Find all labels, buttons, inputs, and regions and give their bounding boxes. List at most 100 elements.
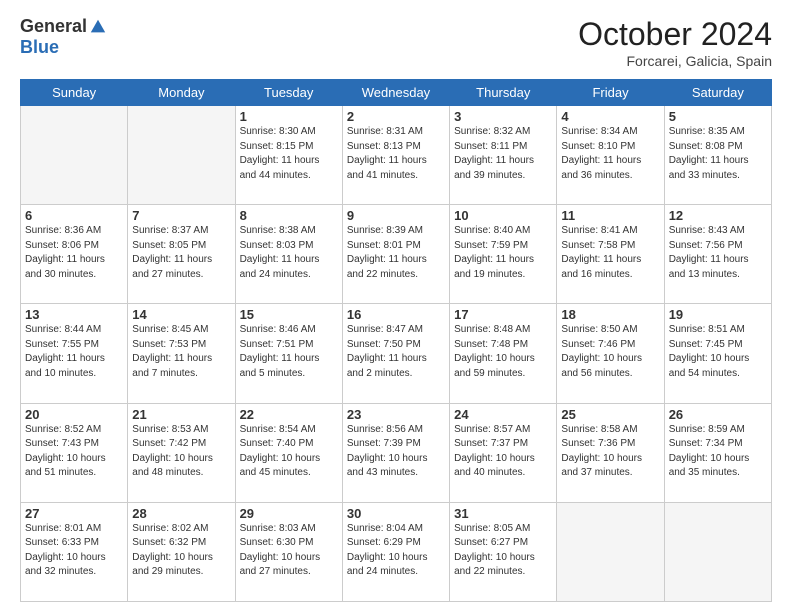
calendar-day-cell: 21Sunrise: 8:53 AM Sunset: 7:42 PM Dayli… <box>128 403 235 502</box>
calendar-day-cell: 31Sunrise: 8:05 AM Sunset: 6:27 PM Dayli… <box>450 502 557 601</box>
calendar-day-cell: 14Sunrise: 8:45 AM Sunset: 7:53 PM Dayli… <box>128 304 235 403</box>
calendar-day-cell: 10Sunrise: 8:40 AM Sunset: 7:59 PM Dayli… <box>450 205 557 304</box>
day-info: Sunrise: 8:46 AM Sunset: 7:51 PM Dayligh… <box>240 323 338 381</box>
calendar-week-row: 13Sunrise: 8:44 AM Sunset: 7:55 PM Dayli… <box>21 304 772 403</box>
day-info: Sunrise: 8:54 AM Sunset: 7:40 PM Dayligh… <box>240 423 338 481</box>
day-info: Sunrise: 8:01 AM Sunset: 6:33 PM Dayligh… <box>25 522 123 580</box>
calendar-day-cell <box>21 106 128 205</box>
day-number: 11 <box>561 208 659 223</box>
day-info: Sunrise: 8:37 AM Sunset: 8:05 PM Dayligh… <box>132 224 230 282</box>
calendar-day-cell: 26Sunrise: 8:59 AM Sunset: 7:34 PM Dayli… <box>664 403 771 502</box>
day-number: 12 <box>669 208 767 223</box>
weekday-header-cell: Tuesday <box>235 80 342 106</box>
calendar-day-cell: 4Sunrise: 8:34 AM Sunset: 8:10 PM Daylig… <box>557 106 664 205</box>
day-info: Sunrise: 8:59 AM Sunset: 7:34 PM Dayligh… <box>669 423 767 481</box>
calendar-day-cell: 24Sunrise: 8:57 AM Sunset: 7:37 PM Dayli… <box>450 403 557 502</box>
day-number: 28 <box>132 506 230 521</box>
day-number: 27 <box>25 506 123 521</box>
calendar-week-row: 6Sunrise: 8:36 AM Sunset: 8:06 PM Daylig… <box>21 205 772 304</box>
calendar-table: SundayMondayTuesdayWednesdayThursdayFrid… <box>20 79 772 602</box>
day-info: Sunrise: 8:40 AM Sunset: 7:59 PM Dayligh… <box>454 224 552 282</box>
day-number: 8 <box>240 208 338 223</box>
day-number: 20 <box>25 407 123 422</box>
day-info: Sunrise: 8:50 AM Sunset: 7:46 PM Dayligh… <box>561 323 659 381</box>
calendar-day-cell: 30Sunrise: 8:04 AM Sunset: 6:29 PM Dayli… <box>342 502 449 601</box>
calendar-day-cell: 12Sunrise: 8:43 AM Sunset: 7:56 PM Dayli… <box>664 205 771 304</box>
calendar-week-row: 1Sunrise: 8:30 AM Sunset: 8:15 PM Daylig… <box>21 106 772 205</box>
page: General Blue October 2024 Forcarei, Gali… <box>0 0 792 612</box>
day-info: Sunrise: 8:52 AM Sunset: 7:43 PM Dayligh… <box>25 423 123 481</box>
day-info: Sunrise: 8:45 AM Sunset: 7:53 PM Dayligh… <box>132 323 230 381</box>
calendar-day-cell: 27Sunrise: 8:01 AM Sunset: 6:33 PM Dayli… <box>21 502 128 601</box>
day-number: 23 <box>347 407 445 422</box>
day-info: Sunrise: 8:32 AM Sunset: 8:11 PM Dayligh… <box>454 125 552 183</box>
day-number: 15 <box>240 307 338 322</box>
day-info: Sunrise: 8:43 AM Sunset: 7:56 PM Dayligh… <box>669 224 767 282</box>
day-info: Sunrise: 8:04 AM Sunset: 6:29 PM Dayligh… <box>347 522 445 580</box>
month-title: October 2024 <box>578 16 772 53</box>
day-info: Sunrise: 8:47 AM Sunset: 7:50 PM Dayligh… <box>347 323 445 381</box>
day-info: Sunrise: 8:56 AM Sunset: 7:39 PM Dayligh… <box>347 423 445 481</box>
day-info: Sunrise: 8:48 AM Sunset: 7:48 PM Dayligh… <box>454 323 552 381</box>
logo-blue-text: Blue <box>20 37 59 58</box>
calendar-day-cell: 19Sunrise: 8:51 AM Sunset: 7:45 PM Dayli… <box>664 304 771 403</box>
day-number: 16 <box>347 307 445 322</box>
day-number: 9 <box>347 208 445 223</box>
calendar-day-cell: 29Sunrise: 8:03 AM Sunset: 6:30 PM Dayli… <box>235 502 342 601</box>
calendar-day-cell: 11Sunrise: 8:41 AM Sunset: 7:58 PM Dayli… <box>557 205 664 304</box>
day-info: Sunrise: 8:53 AM Sunset: 7:42 PM Dayligh… <box>132 423 230 481</box>
day-number: 18 <box>561 307 659 322</box>
location: Forcarei, Galicia, Spain <box>578 53 772 69</box>
day-number: 1 <box>240 109 338 124</box>
day-info: Sunrise: 8:38 AM Sunset: 8:03 PM Dayligh… <box>240 224 338 282</box>
day-number: 26 <box>669 407 767 422</box>
calendar-day-cell <box>557 502 664 601</box>
day-info: Sunrise: 8:36 AM Sunset: 8:06 PM Dayligh… <box>25 224 123 282</box>
header: General Blue October 2024 Forcarei, Gali… <box>20 16 772 69</box>
calendar-day-cell: 18Sunrise: 8:50 AM Sunset: 7:46 PM Dayli… <box>557 304 664 403</box>
day-info: Sunrise: 8:39 AM Sunset: 8:01 PM Dayligh… <box>347 224 445 282</box>
calendar-week-row: 27Sunrise: 8:01 AM Sunset: 6:33 PM Dayli… <box>21 502 772 601</box>
day-info: Sunrise: 8:02 AM Sunset: 6:32 PM Dayligh… <box>132 522 230 580</box>
day-info: Sunrise: 8:31 AM Sunset: 8:13 PM Dayligh… <box>347 125 445 183</box>
calendar-day-cell: 9Sunrise: 8:39 AM Sunset: 8:01 PM Daylig… <box>342 205 449 304</box>
day-number: 7 <box>132 208 230 223</box>
day-number: 3 <box>454 109 552 124</box>
day-number: 29 <box>240 506 338 521</box>
weekday-header-cell: Monday <box>128 80 235 106</box>
header-right: October 2024 Forcarei, Galicia, Spain <box>578 16 772 69</box>
day-info: Sunrise: 8:51 AM Sunset: 7:45 PM Dayligh… <box>669 323 767 381</box>
calendar-day-cell: 28Sunrise: 8:02 AM Sunset: 6:32 PM Dayli… <box>128 502 235 601</box>
calendar-day-cell: 1Sunrise: 8:30 AM Sunset: 8:15 PM Daylig… <box>235 106 342 205</box>
logo: General Blue <box>20 16 107 58</box>
calendar-day-cell: 8Sunrise: 8:38 AM Sunset: 8:03 PM Daylig… <box>235 205 342 304</box>
weekday-header-cell: Sunday <box>21 80 128 106</box>
day-number: 5 <box>669 109 767 124</box>
calendar-week-row: 20Sunrise: 8:52 AM Sunset: 7:43 PM Dayli… <box>21 403 772 502</box>
calendar-day-cell: 15Sunrise: 8:46 AM Sunset: 7:51 PM Dayli… <box>235 304 342 403</box>
day-number: 13 <box>25 307 123 322</box>
weekday-header-cell: Thursday <box>450 80 557 106</box>
day-number: 17 <box>454 307 552 322</box>
logo-icon <box>89 18 107 36</box>
day-number: 4 <box>561 109 659 124</box>
day-info: Sunrise: 8:35 AM Sunset: 8:08 PM Dayligh… <box>669 125 767 183</box>
day-info: Sunrise: 8:41 AM Sunset: 7:58 PM Dayligh… <box>561 224 659 282</box>
calendar-day-cell: 25Sunrise: 8:58 AM Sunset: 7:36 PM Dayli… <box>557 403 664 502</box>
day-number: 10 <box>454 208 552 223</box>
day-info: Sunrise: 8:58 AM Sunset: 7:36 PM Dayligh… <box>561 423 659 481</box>
day-info: Sunrise: 8:34 AM Sunset: 8:10 PM Dayligh… <box>561 125 659 183</box>
calendar-day-cell: 22Sunrise: 8:54 AM Sunset: 7:40 PM Dayli… <box>235 403 342 502</box>
calendar-body: 1Sunrise: 8:30 AM Sunset: 8:15 PM Daylig… <box>21 106 772 602</box>
day-number: 24 <box>454 407 552 422</box>
day-number: 25 <box>561 407 659 422</box>
day-info: Sunrise: 8:30 AM Sunset: 8:15 PM Dayligh… <box>240 125 338 183</box>
calendar-day-cell: 16Sunrise: 8:47 AM Sunset: 7:50 PM Dayli… <box>342 304 449 403</box>
day-number: 21 <box>132 407 230 422</box>
day-number: 31 <box>454 506 552 521</box>
day-number: 19 <box>669 307 767 322</box>
day-number: 6 <box>25 208 123 223</box>
calendar-day-cell: 20Sunrise: 8:52 AM Sunset: 7:43 PM Dayli… <box>21 403 128 502</box>
weekday-header-cell: Friday <box>557 80 664 106</box>
day-info: Sunrise: 8:03 AM Sunset: 6:30 PM Dayligh… <box>240 522 338 580</box>
